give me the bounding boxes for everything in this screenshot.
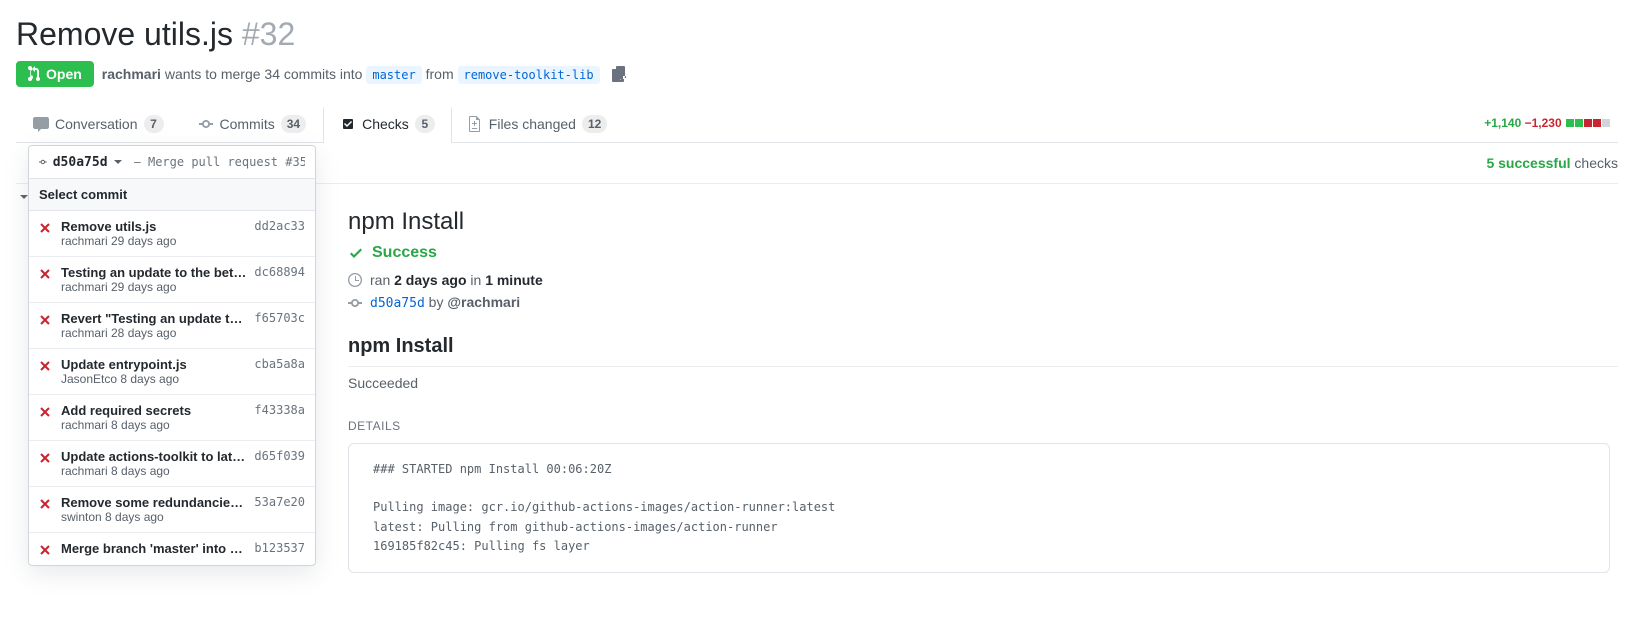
tab-checks-label: Checks bbox=[362, 116, 409, 132]
commit-item-sha: cba5a8a bbox=[254, 357, 305, 371]
tab-checks-count: 5 bbox=[415, 115, 435, 133]
commit-item-title: Testing an update to the beta ve… bbox=[61, 265, 246, 280]
log-output: ### STARTED npm Install 00:06:20Z Pullin… bbox=[348, 443, 1610, 573]
state-text: Open bbox=[46, 66, 82, 82]
success-count: 5 successful bbox=[1486, 155, 1570, 171]
commit-list-item[interactable]: Merge branch 'master' into rem… b123537 bbox=[29, 533, 315, 565]
clock-icon bbox=[348, 272, 362, 288]
diffstat-block-add bbox=[1566, 119, 1574, 127]
commit-item-sha: b123537 bbox=[254, 541, 305, 555]
file-diff-icon bbox=[469, 116, 483, 132]
commit-item-meta: rachmari 28 days ago bbox=[61, 326, 246, 340]
check-section-title: npm Install bbox=[348, 335, 1618, 367]
commit-icon bbox=[348, 295, 362, 311]
x-icon bbox=[39, 221, 53, 235]
commit-select-menu: d50a75d — Merge pull request #35 from gi… bbox=[28, 145, 316, 566]
tab-commits-count: 34 bbox=[281, 115, 306, 133]
tab-conversation-count: 7 bbox=[144, 115, 164, 133]
commit-list-item[interactable]: Add required secretsrachmari 8 days ago f… bbox=[29, 395, 315, 441]
check-author-link[interactable]: @rachmari bbox=[447, 294, 520, 310]
check-status-line: Succeeded bbox=[348, 375, 1618, 391]
commit-item-sha: dd2ac33 bbox=[254, 219, 305, 233]
tab-commits[interactable]: Commits 34 bbox=[181, 104, 324, 143]
selected-commit-msg: — Merge pull request #35 from github-dev… bbox=[134, 155, 305, 169]
copy-branch-button[interactable] bbox=[608, 63, 630, 85]
commit-item-title: Remove some redundancies be… bbox=[61, 495, 246, 510]
details-label: DETAILS bbox=[348, 419, 1618, 433]
tab-checks[interactable]: Checks 5 bbox=[323, 105, 452, 143]
commit-item-sha: 53a7e20 bbox=[254, 495, 305, 509]
tab-conversation-label: Conversation bbox=[55, 116, 138, 132]
chevron-down-icon bbox=[114, 160, 122, 168]
commit-item-meta: swinton 8 days ago bbox=[61, 510, 246, 524]
head-branch[interactable]: remove-toolkit-lib bbox=[458, 66, 600, 84]
git-pull-request-icon bbox=[28, 66, 42, 82]
checks-summary: 5 successful checks bbox=[1486, 155, 1618, 171]
commit-item-title: Add required secrets bbox=[61, 403, 246, 418]
x-icon bbox=[39, 543, 53, 557]
commit-item-sha: f43338a bbox=[254, 403, 305, 417]
commit-item-meta: rachmari 29 days ago bbox=[61, 280, 246, 294]
pr-title: Remove utils.js #32 bbox=[16, 16, 1618, 53]
state-badge: Open bbox=[16, 61, 94, 87]
copy-icon bbox=[612, 66, 626, 82]
tab-files-count: 12 bbox=[582, 115, 607, 133]
commit-icon bbox=[198, 116, 214, 132]
check-icon bbox=[348, 245, 364, 261]
x-icon bbox=[39, 359, 53, 373]
commit-list-item[interactable]: Update actions-toolkit to latest …rachma… bbox=[29, 441, 315, 487]
commit-select-trigger[interactable]: d50a75d — Merge pull request #35 from gi… bbox=[29, 146, 315, 179]
commit-item-sha: f65703c bbox=[254, 311, 305, 325]
commit-list-item[interactable]: Update entrypoint.jsJasonEtco 8 days ago… bbox=[29, 349, 315, 395]
tab-commits-label: Commits bbox=[220, 116, 275, 132]
commit-item-title: Revert "Testing an update to th… bbox=[61, 311, 246, 326]
tab-files-label: Files changed bbox=[489, 116, 576, 132]
x-icon bbox=[39, 405, 53, 419]
commit-list-item[interactable]: Testing an update to the beta ve…rachmar… bbox=[29, 257, 315, 303]
commit-item-meta: rachmari 29 days ago bbox=[61, 234, 246, 248]
x-icon bbox=[39, 267, 53, 281]
diff-additions: +1,140 bbox=[1484, 116, 1521, 130]
check-title: npm Install bbox=[348, 208, 1618, 236]
commit-item-title: Update entrypoint.js bbox=[61, 357, 246, 372]
commit-item-sha: d65f039 bbox=[254, 449, 305, 463]
x-icon bbox=[39, 313, 53, 327]
commit-item-meta: rachmari 8 days ago bbox=[61, 418, 246, 432]
x-icon bbox=[39, 497, 53, 511]
diffstat-block-del bbox=[1584, 119, 1592, 127]
diff-deletions: −1,230 bbox=[1525, 116, 1562, 130]
diffstat: +1,140 −1,230 bbox=[1484, 116, 1618, 130]
commit-sha-link[interactable]: d50a75d bbox=[370, 296, 425, 311]
commit-item-sha: dc68894 bbox=[254, 265, 305, 279]
commit-item-title: Update actions-toolkit to latest … bbox=[61, 449, 246, 464]
pr-number: #32 bbox=[242, 16, 295, 52]
diffstat-block-add bbox=[1575, 119, 1583, 127]
x-icon bbox=[39, 451, 53, 465]
pr-title-text: Remove utils.js bbox=[16, 16, 233, 52]
selected-sha: d50a75d bbox=[53, 155, 108, 170]
status-text: Success bbox=[372, 244, 437, 262]
pr-meta-text: rachmari wants to merge 34 commits into … bbox=[102, 66, 600, 82]
ran-text: ran 2 days ago in 1 minute bbox=[370, 272, 543, 288]
commit-list-item[interactable]: Remove utils.jsrachmari 29 days ago dd2ac… bbox=[29, 211, 315, 257]
base-branch[interactable]: master bbox=[366, 66, 421, 84]
select-menu-header: Select commit bbox=[29, 179, 315, 211]
commit-item-meta: rachmari 8 days ago bbox=[61, 464, 246, 478]
commit-item-meta: JasonEtco 8 days ago bbox=[61, 372, 246, 386]
pr-author-link[interactable]: rachmari bbox=[102, 66, 161, 82]
tab-conversation[interactable]: Conversation 7 bbox=[16, 104, 181, 143]
commit-item-title: Remove utils.js bbox=[61, 219, 246, 234]
comment-icon bbox=[33, 116, 49, 132]
commit-icon bbox=[39, 154, 47, 170]
commit-list-item[interactable]: Remove some redundancies be…swinton 8 da… bbox=[29, 487, 315, 533]
commit-list-item[interactable]: Revert "Testing an update to th…rachmari… bbox=[29, 303, 315, 349]
diffstat-block-neutral bbox=[1602, 119, 1610, 127]
commit-item-title: Merge branch 'master' into rem… bbox=[61, 541, 246, 556]
diffstat-block-del bbox=[1593, 119, 1601, 127]
checklist-icon bbox=[340, 116, 356, 132]
tab-files[interactable]: Files changed 12 bbox=[452, 104, 625, 143]
